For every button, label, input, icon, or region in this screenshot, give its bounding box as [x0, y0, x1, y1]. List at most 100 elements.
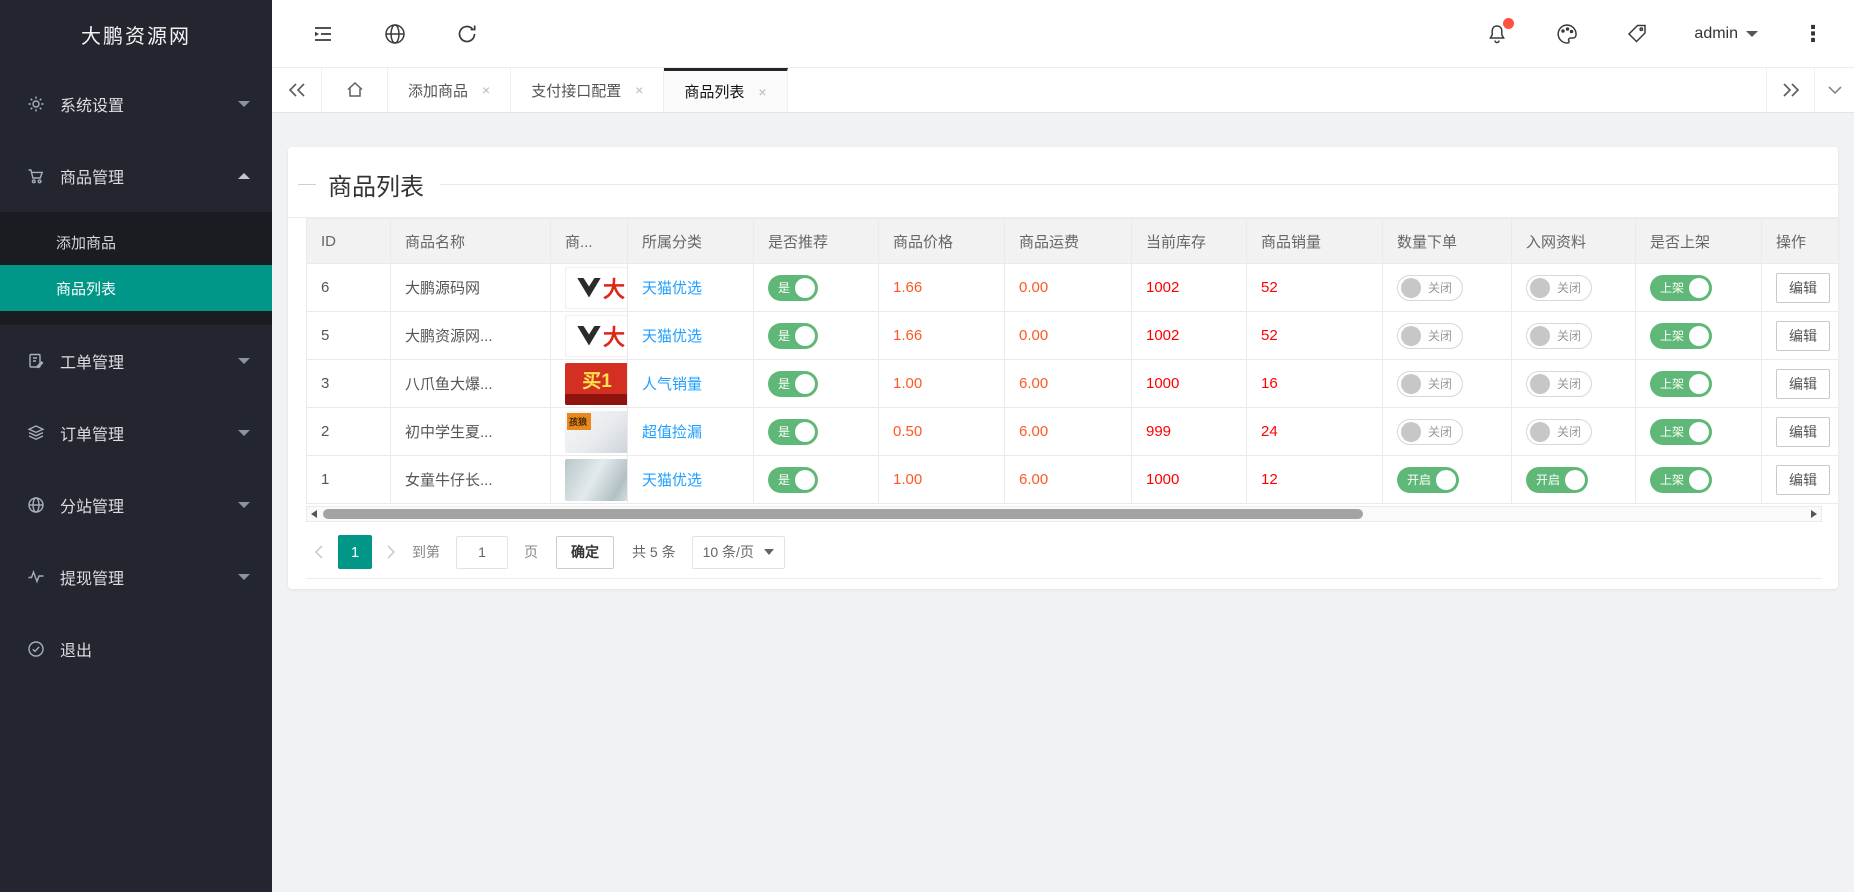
- category-link[interactable]: 天猫优选: [642, 328, 702, 345]
- close-icon[interactable]: ×: [635, 82, 643, 98]
- sidebar-item-order-management[interactable]: 订单管理: [0, 397, 272, 469]
- cell-shelf-status: 上架: [1636, 408, 1762, 456]
- tag-icon[interactable]: [1624, 21, 1650, 47]
- chevron-down-icon: [238, 358, 250, 364]
- brand-title: 大鹏资源网: [0, 0, 272, 68]
- shelf-toggle[interactable]: 上架: [1650, 323, 1712, 349]
- scrollbar-thumb[interactable]: [323, 509, 1363, 519]
- scroll-tabs-right-icon[interactable]: [1766, 68, 1814, 112]
- quantity-order-toggle[interactable]: 关闭: [1397, 371, 1463, 397]
- quantity-order-toggle[interactable]: 关闭: [1397, 419, 1463, 445]
- edit-button[interactable]: 编辑: [1776, 417, 1830, 447]
- network-info-toggle[interactable]: 关闭: [1526, 419, 1592, 445]
- sidebar-item-label: 提现管理: [60, 565, 238, 589]
- notification-bell-icon[interactable]: [1484, 21, 1510, 47]
- prev-page-icon[interactable]: [306, 544, 332, 560]
- next-page-icon[interactable]: [378, 544, 404, 560]
- confirm-page-button[interactable]: 确定: [556, 536, 614, 569]
- collapse-menu-icon[interactable]: [310, 21, 336, 47]
- quantity-order-toggle[interactable]: 关闭: [1397, 323, 1463, 349]
- quantity-order-toggle[interactable]: 关闭: [1397, 275, 1463, 301]
- navbar-left-icons: [272, 21, 480, 47]
- sidebar-item-system-settings[interactable]: 系统设置: [0, 68, 272, 140]
- edit-button[interactable]: 编辑: [1776, 321, 1830, 351]
- cell-actions: 编辑: [1762, 312, 1839, 360]
- tab-bar: 添加商品 × 支付接口配置 × 商品列表 ×: [272, 68, 1854, 113]
- home-tab[interactable]: [322, 68, 388, 112]
- network-info-toggle[interactable]: 关闭: [1526, 323, 1592, 349]
- chevron-down-icon: [238, 101, 250, 107]
- cell-network-info: 关闭: [1512, 360, 1636, 408]
- tab-add-product[interactable]: 添加商品 ×: [388, 68, 511, 112]
- refresh-icon[interactable]: [454, 21, 480, 47]
- category-link[interactable]: 天猫优选: [642, 472, 702, 489]
- cell-shelf-status: 上架: [1636, 360, 1762, 408]
- col-product-name: 商品名称: [391, 219, 551, 264]
- more-options-icon[interactable]: ⋮: [1802, 23, 1824, 45]
- recommend-toggle[interactable]: 是: [768, 419, 818, 445]
- chevron-down-icon: [238, 574, 250, 580]
- tab-menu-chevron-icon[interactable]: [1814, 68, 1854, 112]
- globe-icon[interactable]: [382, 21, 408, 47]
- cell-price: 1.00: [879, 360, 1005, 408]
- goto-suffix-label: 页: [524, 542, 538, 562]
- recommend-toggle[interactable]: 是: [768, 275, 818, 301]
- sidebar-item-logout[interactable]: 退出: [0, 613, 272, 685]
- recommend-toggle[interactable]: 是: [768, 323, 818, 349]
- chevron-down-icon: [238, 430, 250, 436]
- network-info-toggle[interactable]: 关闭: [1526, 371, 1592, 397]
- cell-shelf-status: 上架: [1636, 456, 1762, 504]
- recommend-toggle[interactable]: 是: [768, 371, 818, 397]
- sidebar-item-work-orders[interactable]: 工单管理: [0, 325, 272, 397]
- globe-icon: [26, 495, 46, 515]
- scroll-tabs-left-icon[interactable]: [272, 68, 322, 112]
- close-icon[interactable]: ×: [482, 82, 490, 98]
- scrollbar-left-arrow-icon[interactable]: [311, 510, 317, 518]
- page-number-input[interactable]: [456, 536, 508, 569]
- sidebar-subitem-product-list[interactable]: 商品列表: [0, 265, 272, 311]
- cell-shipping: 0.00: [1005, 312, 1132, 360]
- horizontal-scrollbar[interactable]: [306, 506, 1822, 522]
- current-page-button[interactable]: 1: [338, 535, 372, 569]
- tab-product-list[interactable]: 商品列表 ×: [664, 68, 787, 112]
- network-info-toggle[interactable]: 关闭: [1526, 275, 1592, 301]
- thumbnail-text: 大: [603, 272, 625, 304]
- edit-button[interactable]: 编辑: [1776, 369, 1830, 399]
- cell-actions: 编辑: [1762, 456, 1839, 504]
- shelf-toggle[interactable]: 上架: [1650, 419, 1712, 445]
- col-sales: 商品销量: [1247, 219, 1383, 264]
- category-link[interactable]: 人气销量: [642, 376, 702, 393]
- col-recommend: 是否推荐: [754, 219, 879, 264]
- category-link[interactable]: 超值捡漏: [642, 424, 702, 441]
- category-link[interactable]: 天猫优选: [642, 280, 702, 297]
- sidebar-item-label: 分站管理: [60, 493, 238, 517]
- panel-header: 商品列表: [298, 167, 1838, 202]
- cell-quantity-order: 关闭: [1383, 264, 1512, 312]
- shelf-toggle[interactable]: 上架: [1650, 467, 1712, 493]
- sidebar-item-substation-management[interactable]: 分站管理: [0, 469, 272, 541]
- shelf-toggle[interactable]: 上架: [1650, 371, 1712, 397]
- sidebar-item-product-management[interactable]: 商品管理: [0, 140, 272, 212]
- theme-palette-icon[interactable]: [1554, 21, 1580, 47]
- user-menu[interactable]: admin: [1694, 25, 1758, 43]
- sidebar-subitem-add-product[interactable]: 添加商品: [0, 219, 272, 265]
- close-icon[interactable]: ×: [758, 84, 766, 100]
- tab-payment-config[interactable]: 支付接口配置 ×: [511, 68, 664, 112]
- cell-id: 2: [307, 408, 391, 456]
- cell-quantity-order: 关闭: [1383, 312, 1512, 360]
- tab-bar-right-controls: [1766, 68, 1854, 112]
- col-network-info: 入网资料: [1512, 219, 1636, 264]
- recommend-toggle[interactable]: 是: [768, 467, 818, 493]
- page-size-select[interactable]: 10 条/页: [692, 536, 785, 569]
- quantity-order-toggle[interactable]: 开启: [1397, 467, 1459, 493]
- cell-price: 1.00: [879, 456, 1005, 504]
- edit-button[interactable]: 编辑: [1776, 273, 1830, 303]
- scrollbar-right-arrow-icon[interactable]: [1811, 510, 1817, 518]
- edit-button[interactable]: 编辑: [1776, 465, 1830, 495]
- cell-product-image: 买1: [551, 360, 628, 408]
- username: admin: [1694, 25, 1738, 43]
- sidebar-item-withdraw-management[interactable]: 提现管理: [0, 541, 272, 613]
- shelf-toggle[interactable]: 上架: [1650, 275, 1712, 301]
- network-info-toggle[interactable]: 开启: [1526, 467, 1588, 493]
- gear-icon: [26, 94, 46, 114]
